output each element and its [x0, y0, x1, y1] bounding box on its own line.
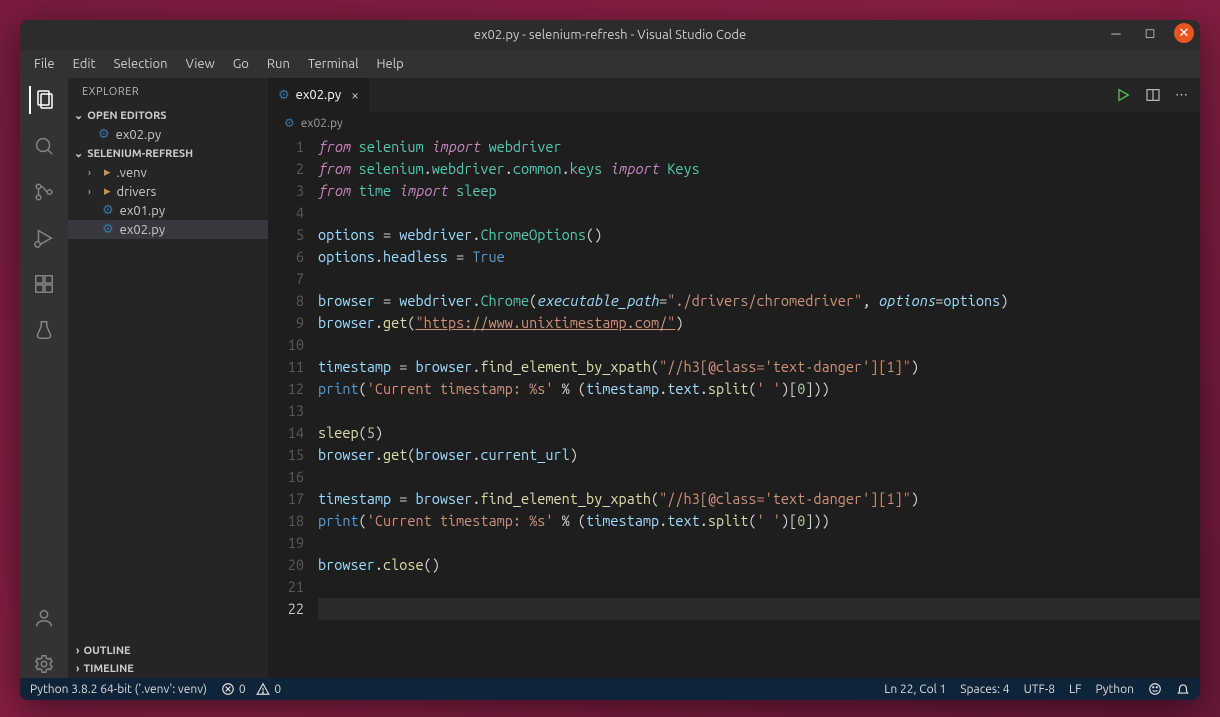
- folder-icon: ▸: [104, 184, 111, 199]
- split-editor-icon[interactable]: [1145, 87, 1161, 103]
- status-python[interactable]: Python 3.8.2 64-bit ('.venv': venv): [30, 683, 207, 696]
- run-debug-icon[interactable]: [30, 224, 58, 252]
- chevron-right-icon: ›: [88, 167, 98, 178]
- status-eol[interactable]: LF: [1069, 683, 1081, 696]
- python-icon: ⚙: [102, 222, 114, 237]
- line-numbers: 12345678910111213141516171819202122: [268, 134, 318, 678]
- tree-item-ex01[interactable]: ⚙ ex01.py: [68, 201, 268, 220]
- status-position[interactable]: Ln 22, Col 1: [884, 683, 946, 696]
- status-spaces[interactable]: Spaces: 4: [960, 683, 1009, 696]
- tree-item-ex02[interactable]: ⚙ ex02.py: [68, 220, 268, 239]
- menu-file[interactable]: File: [26, 53, 63, 75]
- settings-icon[interactable]: [30, 650, 58, 678]
- vscode-window: ex02.py - selenium-refresh - Visual Stud…: [20, 20, 1200, 700]
- open-editors-section[interactable]: ⌄ OPEN EDITORS: [68, 106, 268, 125]
- tab-ex02[interactable]: ⚙ ex02.py ×: [268, 78, 370, 112]
- menu-go[interactable]: Go: [225, 53, 257, 75]
- activity-bar: [20, 78, 68, 678]
- menu-selection[interactable]: Selection: [106, 53, 176, 75]
- chevron-down-icon: ⌄: [74, 147, 83, 160]
- close-tab-icon[interactable]: ×: [347, 87, 359, 103]
- minimize-button[interactable]: ─: [1106, 23, 1126, 43]
- chevron-right-icon: ›: [76, 645, 79, 657]
- python-icon: ⚙: [278, 88, 290, 103]
- python-icon: ⚙: [102, 203, 114, 218]
- run-icon[interactable]: [1115, 87, 1131, 103]
- editor-group: ⚙ ex02.py × ⋯ ⚙ ex02.py: [268, 78, 1200, 678]
- maximize-button[interactable]: ◻: [1140, 23, 1160, 43]
- tabbar: ⚙ ex02.py × ⋯: [268, 78, 1200, 112]
- chevron-right-icon: ›: [76, 663, 79, 675]
- menu-help[interactable]: Help: [368, 53, 411, 75]
- menu-view[interactable]: View: [178, 53, 223, 75]
- feedback-icon[interactable]: [1148, 682, 1162, 696]
- notifications-icon[interactable]: [1176, 682, 1190, 696]
- breadcrumb[interactable]: ⚙ ex02.py: [268, 112, 1200, 134]
- chevron-down-icon: ⌄: [74, 109, 83, 122]
- more-actions-icon[interactable]: ⋯: [1175, 88, 1188, 103]
- testing-icon[interactable]: [30, 316, 58, 344]
- extensions-icon[interactable]: [30, 270, 58, 298]
- sidebar-title: EXPLORER: [68, 78, 268, 106]
- editor[interactable]: 12345678910111213141516171819202122 from…: [268, 134, 1200, 678]
- source-control-icon[interactable]: [30, 178, 58, 206]
- tree-item-venv[interactable]: › ▸ .venv: [68, 163, 268, 182]
- sidebar: EXPLORER ⌄ OPEN EDITORS ⚙ ex02.py ⌄ SELE…: [68, 78, 268, 678]
- project-section[interactable]: ⌄ SELENIUM-REFRESH: [68, 144, 268, 163]
- tree-item-drivers[interactable]: › ▸ drivers: [68, 182, 268, 201]
- menu-terminal[interactable]: Terminal: [300, 53, 367, 75]
- open-editor-item[interactable]: ⚙ ex02.py: [68, 125, 268, 144]
- menu-edit[interactable]: Edit: [65, 53, 104, 75]
- explorer-icon[interactable]: [29, 86, 57, 114]
- outline-section[interactable]: › OUTLINE: [68, 642, 268, 660]
- accounts-icon[interactable]: [30, 604, 58, 632]
- status-problems[interactable]: 0 0: [221, 682, 281, 696]
- close-button[interactable]: ✕: [1174, 23, 1194, 43]
- timeline-section[interactable]: › TIMELINE: [68, 660, 268, 678]
- code-content[interactable]: from selenium import webdriverfrom selen…: [318, 134, 1200, 678]
- menubar: File Edit Selection View Go Run Terminal…: [20, 50, 1200, 78]
- python-icon: ⚙: [284, 116, 295, 130]
- window-title: ex02.py - selenium-refresh - Visual Stud…: [474, 28, 746, 42]
- menu-run[interactable]: Run: [259, 53, 298, 75]
- chevron-right-icon: ›: [88, 186, 98, 197]
- status-language[interactable]: Python: [1095, 683, 1134, 696]
- search-icon[interactable]: [30, 132, 58, 160]
- status-encoding[interactable]: UTF-8: [1024, 683, 1055, 696]
- statusbar: Python 3.8.2 64-bit ('.venv': venv) 0 0 …: [20, 678, 1200, 700]
- titlebar: ex02.py - selenium-refresh - Visual Stud…: [20, 20, 1200, 50]
- python-icon: ⚙: [98, 127, 110, 142]
- folder-icon: ▸: [104, 165, 111, 180]
